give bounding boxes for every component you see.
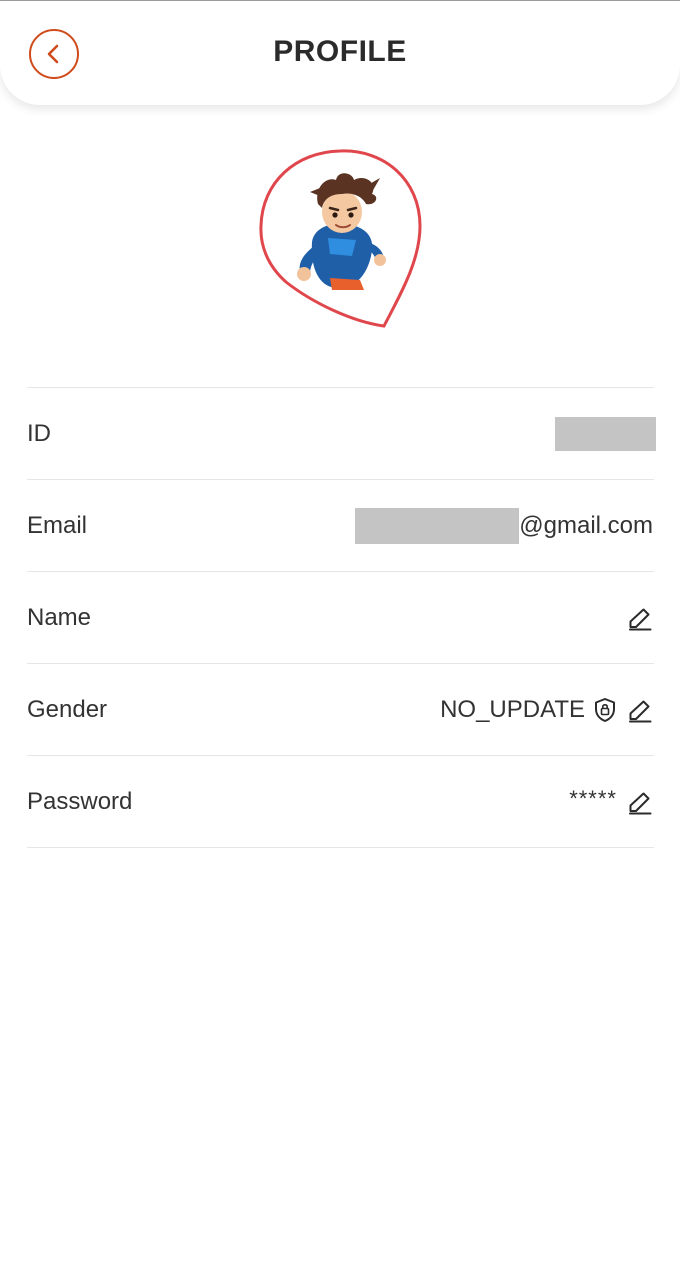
profile-info-list: ID Email @gmail.com Name Gender NO_UPDAT… [27,387,656,848]
app-header: PROFILE [0,1,680,105]
avatar[interactable] [256,146,426,330]
profile-row-name[interactable]: Name [27,572,654,663]
edit-name-icon[interactable] [627,605,653,631]
page-title: PROFILE [273,35,407,68]
gender-label: Gender [27,695,108,723]
id-label: ID [27,419,51,447]
gender-value-group: NO_UPDATE [440,696,654,724]
edit-password-icon[interactable] [627,789,653,815]
profile-row-password[interactable]: Password ***** [27,756,654,847]
profile-row-id: ID [27,388,656,479]
profile-row-gender[interactable]: Gender NO_UPDATE [27,664,654,755]
avatar-frame [259,149,422,328]
edit-gender-icon[interactable] [627,697,653,723]
id-value [555,416,656,451]
divider [27,847,654,848]
email-domain-text: @gmail.com [519,511,653,539]
email-label: Email [27,511,88,539]
password-masked-value: ***** [569,785,617,811]
redacted-id-block [555,416,656,451]
password-value-group: ***** [569,785,654,815]
profile-row-email: Email @gmail.com [27,480,654,571]
redacted-email-block [355,507,520,544]
gender-value: NO_UPDATE [440,695,585,723]
email-value: @gmail.com [355,507,654,544]
name-label: Name [27,603,92,631]
shield-lock-icon [595,697,615,722]
password-label: Password [27,787,133,815]
name-value [617,605,654,631]
